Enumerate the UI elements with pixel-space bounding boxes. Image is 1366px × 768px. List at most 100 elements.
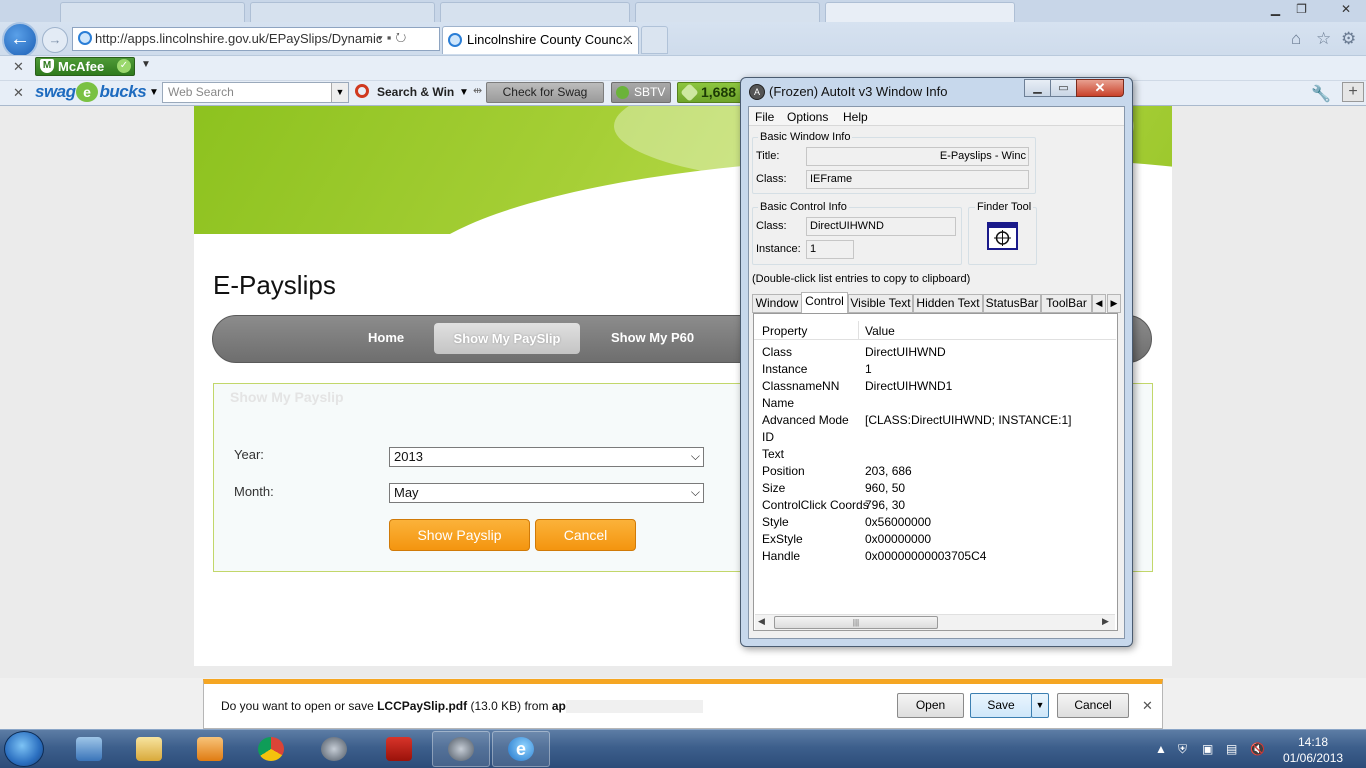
refresh-icon[interactable]: ↻ [395,30,410,45]
magnifier-icon[interactable] [355,84,369,98]
prop-name[interactable]: Advanced Mode [762,413,849,427]
check-swag-code-button[interactable]: Check for Swag Code [486,82,604,118]
prop-name[interactable]: ID [762,430,774,444]
chrome-icon[interactable] [258,737,284,761]
prop-name[interactable]: Name [762,396,794,410]
tab-statusbar[interactable]: StatusBar [983,294,1041,313]
close-icon[interactable]: ✕ [1142,698,1153,714]
prop-value[interactable]: 203, 686 [865,464,912,478]
minimize-button[interactable]: ▁ [1262,0,1289,18]
nav-show-my-payslip[interactable]: Show My PaySlip [434,323,580,354]
prop-name[interactable]: Instance [762,362,807,376]
cancel-download-button[interactable]: Cancel [1057,693,1129,718]
prop-value[interactable]: 0x56000000 [865,515,931,529]
nav-home[interactable]: Home [368,330,404,345]
open-button[interactable]: Open [897,693,964,718]
nav-show-my-p60[interactable]: Show My P60 [611,330,694,345]
month-select[interactable]: May ⌵ [389,483,704,503]
column-divider[interactable] [858,321,859,340]
close-window-button[interactable]: ✕ [1076,79,1124,97]
prop-name[interactable]: Size [762,481,785,495]
prop-name[interactable]: Text [762,447,784,461]
control-class-field[interactable]: DirectUIHWND [806,217,956,236]
prop-name[interactable]: ClassnameNN [762,379,839,393]
prop-name[interactable]: Class [762,345,792,359]
media-player-icon[interactable] [197,737,223,761]
volume-icon[interactable]: 🔇 [1250,742,1265,756]
tab-close-icon[interactable]: ✕ [622,32,633,48]
close-toolbar-icon[interactable]: ✕ [13,59,24,75]
prop-value[interactable]: 0x00000000003705C4 [865,549,986,563]
address-bar-buttons[interactable]: ⌕▾▪↻ [366,30,410,46]
resize-handle-icon[interactable]: ⇹ [473,84,482,97]
prop-name[interactable]: Style [762,515,789,529]
chevron-down-icon[interactable]: ▼ [149,87,159,98]
minimize-button[interactable]: ▁ [1024,79,1051,97]
wrench-icon[interactable]: 🔧 [1311,84,1331,104]
explorer-folder-icon[interactable] [136,737,162,761]
background-tab[interactable] [635,2,820,22]
prop-value[interactable]: 1 [865,362,872,376]
save-button[interactable]: Save [970,693,1032,718]
prop-value[interactable]: 960, 50 [865,481,905,495]
scroll-left-icon[interactable]: ◀ [758,616,765,627]
scroll-right-icon[interactable]: ▶ [1102,616,1109,627]
autoit-icon[interactable] [321,737,347,761]
remote-desktop-icon[interactable] [76,737,102,761]
prop-name[interactable]: ExStyle [762,532,803,546]
prop-name[interactable]: Position [762,464,805,478]
device-icon[interactable]: ▣ [1202,742,1213,756]
pdf-reader-icon[interactable] [386,737,412,761]
close-toolbar-icon[interactable]: ✕ [13,85,24,101]
tab-active[interactable]: Lincolnshire County Counc... [442,26,639,54]
tab-control[interactable]: Control [801,292,848,314]
tab-scroll-left-icon[interactable]: ◀ [1092,294,1106,313]
chevron-down-icon[interactable]: ▼ [141,59,151,70]
prop-value[interactable]: DirectUIHWND [865,345,946,359]
tab-window[interactable]: Window [752,294,802,313]
background-tab[interactable] [250,2,435,22]
clock[interactable]: 14:18 01/06/2013 [1283,734,1343,766]
plus-icon[interactable]: + [1342,82,1364,102]
background-tab[interactable] [60,2,245,22]
home-icon[interactable]: ⌂ [1291,29,1301,49]
search-icon[interactable]: ⌕ [366,30,377,45]
year-select[interactable]: 2013 ⌵ [389,447,704,467]
restore-button[interactable]: ❐ [1288,0,1315,18]
chevron-down-icon[interactable]: ▾ [377,30,386,45]
prop-name[interactable]: ControlClick Coords [762,498,869,512]
prop-value[interactable]: [CLASS:DirectUIHWND; INSTANCE:1] [865,413,1071,427]
cancel-button[interactable]: Cancel [535,519,636,551]
chevron-down-icon[interactable]: ▼ [459,87,469,98]
column-property[interactable]: Property [762,324,807,338]
finder-crosshair-icon[interactable] [987,222,1018,250]
save-dropdown-icon[interactable]: ▼ [1031,693,1049,718]
new-tab-button[interactable] [641,26,668,54]
show-payslip-button[interactable]: Show Payslip [389,519,530,551]
instance-field[interactable]: 1 [806,240,854,259]
prop-value[interactable]: 0x00000000 [865,532,931,546]
tray-expand-icon[interactable]: ▲ [1155,742,1167,756]
security-icon[interactable]: ⛨ [1178,742,1187,757]
title-field[interactable]: E-Payslips - Winc [806,147,1029,166]
search-win-button[interactable]: Search & Win [377,85,454,99]
gear-icon[interactable]: ⚙ [1341,29,1356,49]
chevron-down-icon[interactable]: ▼ [331,83,348,102]
tab-toolbar[interactable]: ToolBar [1041,294,1092,313]
start-button[interactable] [4,731,44,767]
tab-scroll-right-icon[interactable]: ▶ [1107,294,1121,313]
maximize-button[interactable]: ▭ [1050,79,1077,97]
column-value[interactable]: Value [865,324,895,338]
back-button[interactable]: ← [2,22,38,58]
prop-value[interactable]: 796, 30 [865,498,905,512]
class-field[interactable]: IEFrame [806,170,1029,189]
menu-options[interactable]: Options [787,110,828,124]
forward-button[interactable]: → [42,27,68,53]
prop-value[interactable]: DirectUIHWND1 [865,379,952,393]
background-tab[interactable] [440,2,630,22]
prop-name[interactable]: Handle [762,549,800,563]
menu-file[interactable]: File [755,110,774,124]
tab-hidden-text[interactable]: Hidden Text [913,294,983,313]
close-window-button[interactable]: ✕ [1326,0,1366,18]
scrollbar-thumb[interactable]: ||| [774,616,938,629]
